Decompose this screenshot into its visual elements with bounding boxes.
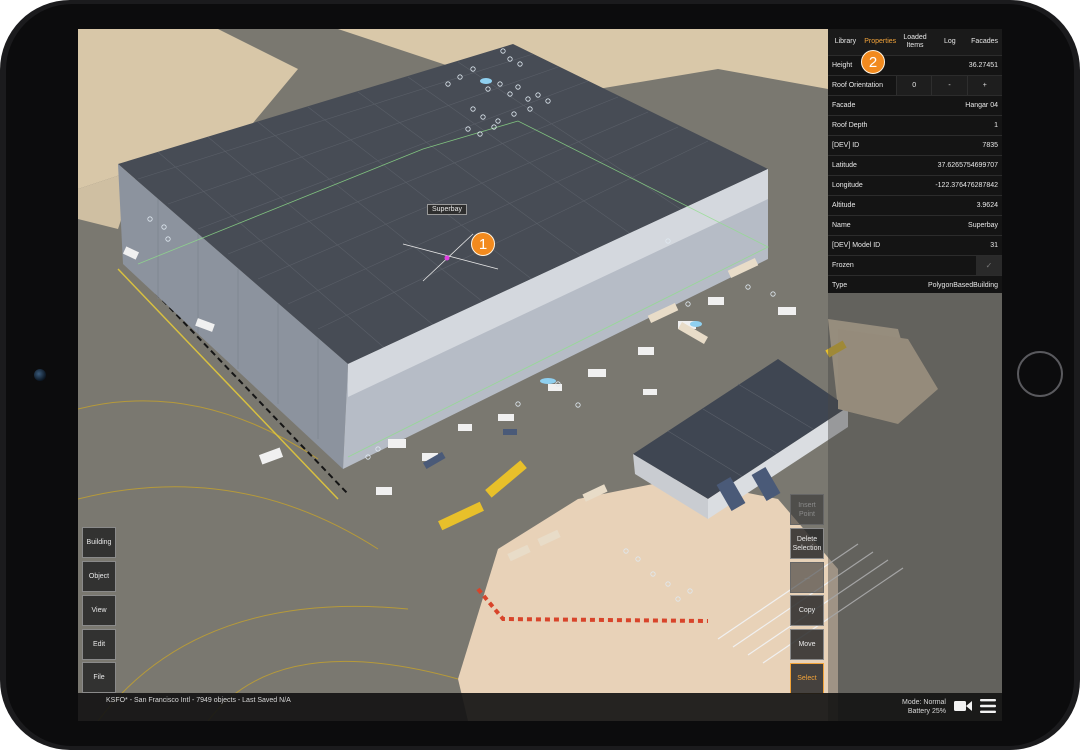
video-camera-icon[interactable] [954,700,972,712]
tab-facades[interactable]: Facades [967,29,1002,55]
orientation-buttons: 0 - + [896,76,1002,95]
building-name-tag: Superbay [427,204,467,215]
prop-name[interactable]: Name Superbay [828,215,1002,235]
prop-longitude[interactable]: Longitude -122.376476287842 [828,175,1002,195]
tablet-frame: Superbay Library Properties Loaded Items… [0,0,1080,750]
prop-label: Facade [832,102,856,109]
dev-model-id-value: 31 [990,242,998,249]
mode-label: Mode: Normal [902,699,946,706]
prop-label: Frozen [832,262,854,269]
prop-type: Type PolygonBasedBuilding [828,275,1002,295]
callout-badge-1: 1 [471,232,495,256]
name-value[interactable]: Superbay [968,222,998,229]
edit-tool-button[interactable]: Edit [82,629,116,660]
battery-label: Battery 25% [907,708,946,715]
prop-label: Latitude [832,162,857,169]
panel-shade [828,293,1002,721]
home-button[interactable] [1017,351,1063,397]
prop-facade[interactable]: Facade Hangar 04 [828,95,1002,115]
unlabeled-action-button[interactable]: ... [790,562,824,593]
insert-point-button[interactable]: Insert Point [790,494,824,525]
prop-label: Name [832,222,851,229]
prop-dev-id: [DEV] ID 7835 [828,135,1002,155]
prop-label: Roof Depth [832,122,868,129]
tab-log[interactable]: Log [932,29,967,55]
prop-latitude[interactable]: Latitude 37.6265754699707 [828,155,1002,175]
select-button[interactable]: Select [790,663,824,694]
prop-label: Longitude [832,182,863,189]
app-screen: Superbay Library Properties Loaded Items… [78,29,1002,721]
prop-label: Roof Orientation [832,82,883,89]
front-camera [34,369,46,381]
status-bar: KSFO* - San Francisco Intl - 7949 object… [78,693,1002,721]
object-tool-button[interactable]: Object [82,561,116,592]
prop-label: [DEV] ID [832,142,860,149]
view-tool-button[interactable]: View [82,595,116,626]
longitude-value[interactable]: -122.376476287842 [935,182,998,189]
prop-label: Type [832,282,848,289]
properties-panel: Library Properties Loaded Items Log Faca… [828,29,1002,293]
tab-loaded-items[interactable]: Loaded Items [898,29,933,55]
file-tool-button[interactable]: File [82,662,116,693]
delete-selection-button[interactable]: Delete Selection [790,528,824,559]
prop-label: Altitude [832,202,856,209]
prop-roof-depth[interactable]: Roof Depth 1 [828,115,1002,135]
status-text: KSFO* - San Francisco Intl - 7949 object… [106,697,291,704]
copy-button[interactable]: Copy [790,595,824,626]
dev-id-value: 7835 [982,142,998,149]
orientation-reset-button[interactable]: 0 [896,76,932,95]
prop-label: [DEV] Model ID [832,242,881,249]
latitude-value[interactable]: 37.6265754699707 [938,162,998,169]
roof-depth-value[interactable]: 1 [994,122,998,129]
type-value: PolygonBasedBuilding [927,282,998,289]
panel-tabs: Library Properties Loaded Items Log Faca… [828,29,1002,55]
prop-dev-model-id: [DEV] Model ID 31 [828,235,1002,255]
callout-badge-2: 2 [861,50,885,74]
altitude-value[interactable]: 3.9624 [977,202,998,209]
prop-altitude[interactable]: Altitude 3.9624 [828,195,1002,215]
building-tool-button[interactable]: Building [82,527,116,558]
orientation-decrease-button[interactable]: - [931,76,967,95]
prop-height[interactable]: Height 36.27451 [828,55,1002,75]
prop-label: Height [832,62,853,69]
move-button[interactable]: Move [790,629,824,660]
orientation-increase-button[interactable]: + [966,76,1002,95]
tab-library[interactable]: Library [828,29,863,55]
prop-roof-orientation: Roof Orientation 0 - + [828,75,1002,95]
facade-value[interactable]: Hangar 04 [965,102,998,109]
mode-status: Mode: Normal Battery 25% [902,698,946,716]
prop-frozen: Frozen ✓ [828,255,1002,275]
height-value[interactable]: 36.27451 [969,62,998,69]
hamburger-menu-icon[interactable] [980,699,996,713]
frozen-checkbox[interactable]: ✓ [976,256,1002,275]
